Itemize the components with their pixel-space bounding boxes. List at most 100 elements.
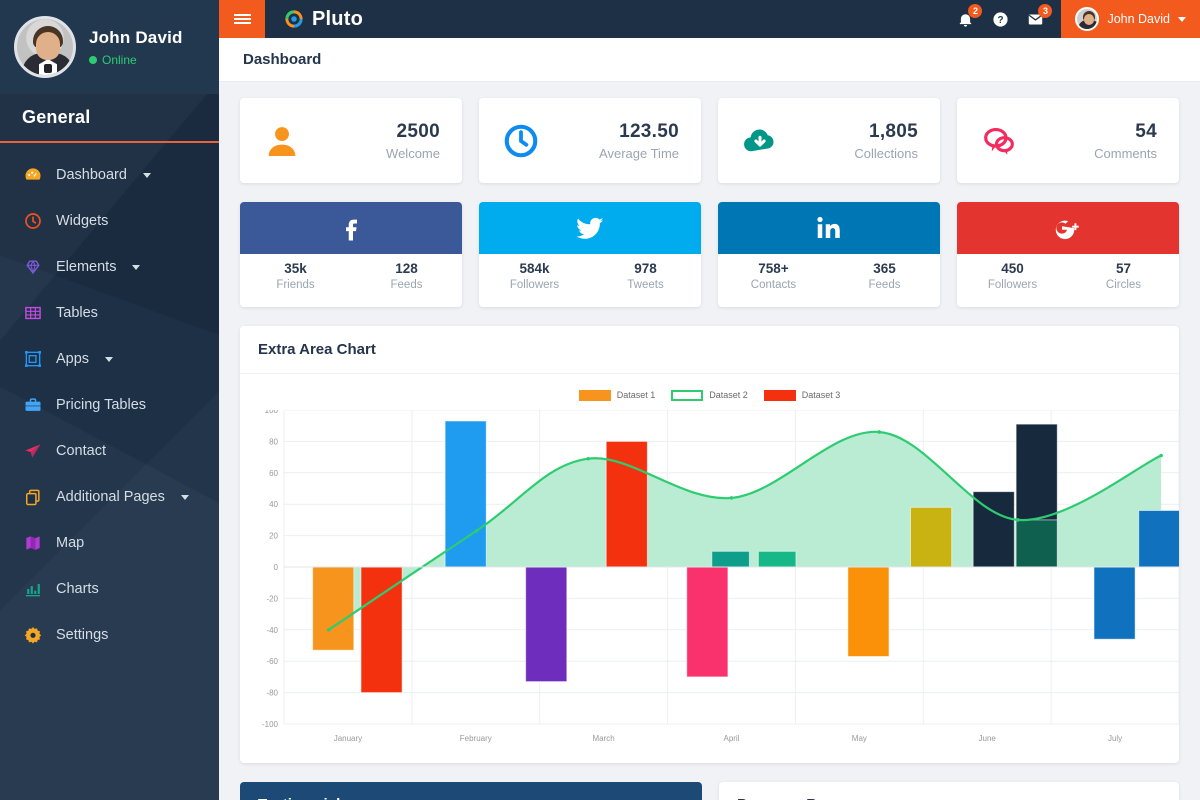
chart-svg: 100 80 60 40 20 0 -20 -40 -60 -80 -100 January Febru… — [262, 406, 1181, 743]
stat-value: 54 — [1135, 120, 1157, 142]
social-stat: 584k Followers — [479, 254, 590, 307]
social-card-linkedin[interactable]: 758+ Contacts 365 Feeds — [718, 202, 940, 307]
comments-icon — [979, 121, 1019, 161]
chart-bar[interactable] — [525, 566, 568, 683]
social-card-twitter[interactable]: 584k Followers 978 Tweets — [479, 202, 701, 307]
social-card-googleplus[interactable]: 450 Followers 57 Circles — [957, 202, 1179, 307]
testimonial-title: Testimonial — [258, 796, 340, 800]
chart-plot[interactable]: 100 80 60 40 20 0 -20 -40 -60 -80 -100 January Febru… — [254, 406, 1181, 750]
avatar — [1075, 7, 1100, 31]
chart-bar[interactable] — [757, 550, 797, 568]
chart-bar[interactable] — [1015, 519, 1058, 568]
elements-diamond-icon — [22, 257, 43, 278]
widgets-clock-icon — [22, 211, 43, 232]
sidebar-item-apps[interactable]: Apps — [0, 336, 219, 382]
brand-name: Pluto — [312, 7, 363, 30]
content-area: 2500 Welcome 123.50 Average Time 1,805 C… — [219, 82, 1200, 800]
social-stat: 978 Tweets — [590, 254, 701, 307]
stat-card-collections[interactable]: 1,805 Collections — [718, 98, 940, 183]
stat-card-welcome[interactable]: 2500 Welcome — [240, 98, 462, 183]
question-circle-icon[interactable]: ? — [991, 10, 1010, 29]
legend-item[interactable]: Dataset 1 — [578, 389, 655, 401]
chart-bar[interactable] — [711, 550, 750, 568]
brand[interactable]: Pluto — [265, 0, 363, 38]
chart-bar[interactable] — [1138, 509, 1181, 568]
charts-bar-icon — [22, 579, 43, 600]
chart-bar[interactable] — [686, 566, 729, 678]
chevron-down-icon — [105, 356, 114, 362]
sidebar-item-label: Pricing Tables — [56, 397, 147, 413]
chart-bar[interactable] — [444, 420, 487, 568]
progress-bar-card[interactable]: Progress Bar — [719, 782, 1179, 800]
area-point[interactable] — [326, 628, 331, 632]
user-menu[interactable]: John David — [1061, 0, 1200, 38]
sidebar-item-label: Elements — [56, 259, 117, 275]
area-point[interactable] — [474, 529, 479, 533]
twitter-icon — [479, 202, 701, 254]
social-stat-value: 128 — [395, 261, 418, 276]
chart-bar[interactable] — [910, 506, 953, 568]
sidebar-item-dashboard[interactable]: Dashboard — [0, 152, 219, 198]
social-cards-row: 35k Friends 128 Feeds 584k Followers 978… — [240, 202, 1179, 307]
sidebar-item-charts[interactable]: Charts — [0, 566, 219, 612]
chart-body: Dataset 1 Dataset 2 Dataset 3 100 80 60 40 20 0… — [240, 374, 1181, 763]
dashboard-app: John David Online General Dashboard Widg… — [0, 0, 1200, 800]
pluto-logo-icon — [283, 8, 305, 30]
sidebar-profile[interactable]: John David Online — [0, 0, 219, 94]
x-axis-tick-label: July — [1108, 734, 1122, 743]
sidebar-item-settings[interactable]: Settings — [0, 612, 219, 658]
chevron-down-icon — [142, 172, 151, 178]
stat-label: Average Time — [599, 145, 679, 161]
social-stat-label: Tweets — [627, 279, 664, 291]
sidebar-item-pricing-tables[interactable]: Pricing Tables — [0, 382, 219, 428]
x-axis-tick-label: January — [334, 734, 362, 743]
legend-swatch — [671, 389, 704, 401]
y-axis-tick-label: -20 — [266, 594, 278, 603]
envelope-icon[interactable]: 3 — [1026, 3, 1053, 29]
top-header: Pluto 2 ? 3 John David — [219, 0, 1200, 38]
social-stat: 450 Followers — [957, 254, 1068, 307]
y-axis-tick-label: 100 — [265, 410, 279, 415]
sidebar-item-elements[interactable]: Elements — [0, 244, 219, 290]
testimonial-card[interactable]: Testimonial — [240, 782, 702, 800]
area-point[interactable] — [1016, 518, 1020, 522]
sidebar-item-contact[interactable]: Contact — [0, 428, 219, 474]
additional-pages-copy-icon — [22, 487, 43, 508]
stat-card-comments[interactable]: 54 Comments — [957, 98, 1179, 183]
clock-icon — [501, 121, 541, 161]
linkedin-icon — [718, 202, 940, 254]
social-stat-value: 35k — [284, 261, 307, 276]
legend-item[interactable]: Dataset 2 — [671, 389, 748, 401]
sidebar-item-additional-pages[interactable]: Additional Pages — [0, 474, 219, 520]
area-point[interactable] — [586, 456, 591, 461]
sidebar-item-tables[interactable]: Tables — [0, 290, 219, 336]
social-card-facebook[interactable]: 35k Friends 128 Feeds — [240, 202, 462, 307]
hamburger-icon[interactable] — [219, 0, 265, 38]
sidebar-item-label: Widgets — [56, 213, 109, 229]
sidebar-item-label: Settings — [56, 627, 109, 643]
chart-bar[interactable] — [847, 566, 890, 657]
social-stat-value: 758+ — [758, 261, 789, 276]
pricing-briefcase-icon — [22, 395, 43, 416]
area-point[interactable] — [1159, 453, 1163, 458]
user-menu-name: John David — [1107, 12, 1170, 26]
stat-value: 1,805 — [868, 120, 918, 142]
stat-label: Welcome — [386, 145, 440, 161]
sidebar: John David Online General Dashboard Widg… — [0, 0, 219, 800]
stat-value: 2500 — [396, 120, 440, 142]
chart-bar[interactable] — [1093, 566, 1136, 640]
area-point[interactable] — [729, 496, 734, 500]
legend-item[interactable]: Dataset 3 — [763, 389, 840, 401]
stat-card-average-time[interactable]: 123.50 Average Time — [479, 98, 701, 183]
social-stat: 758+ Contacts — [718, 254, 829, 307]
bell-icon[interactable]: 2 — [956, 3, 983, 29]
area-point[interactable] — [877, 430, 881, 434]
sidebar-item-label: Apps — [56, 351, 90, 367]
sidebar-item-widgets[interactable]: Widgets — [0, 198, 219, 244]
sidebar-item-map[interactable]: Map — [0, 520, 219, 566]
stat-label: Comments — [1094, 145, 1157, 161]
apps-frame-icon — [22, 349, 43, 370]
avatar — [14, 16, 76, 78]
chart-card: Extra Area Chart Dataset 1 Dataset 2 Datas… — [240, 326, 1181, 763]
chart-bar[interactable] — [312, 566, 355, 651]
